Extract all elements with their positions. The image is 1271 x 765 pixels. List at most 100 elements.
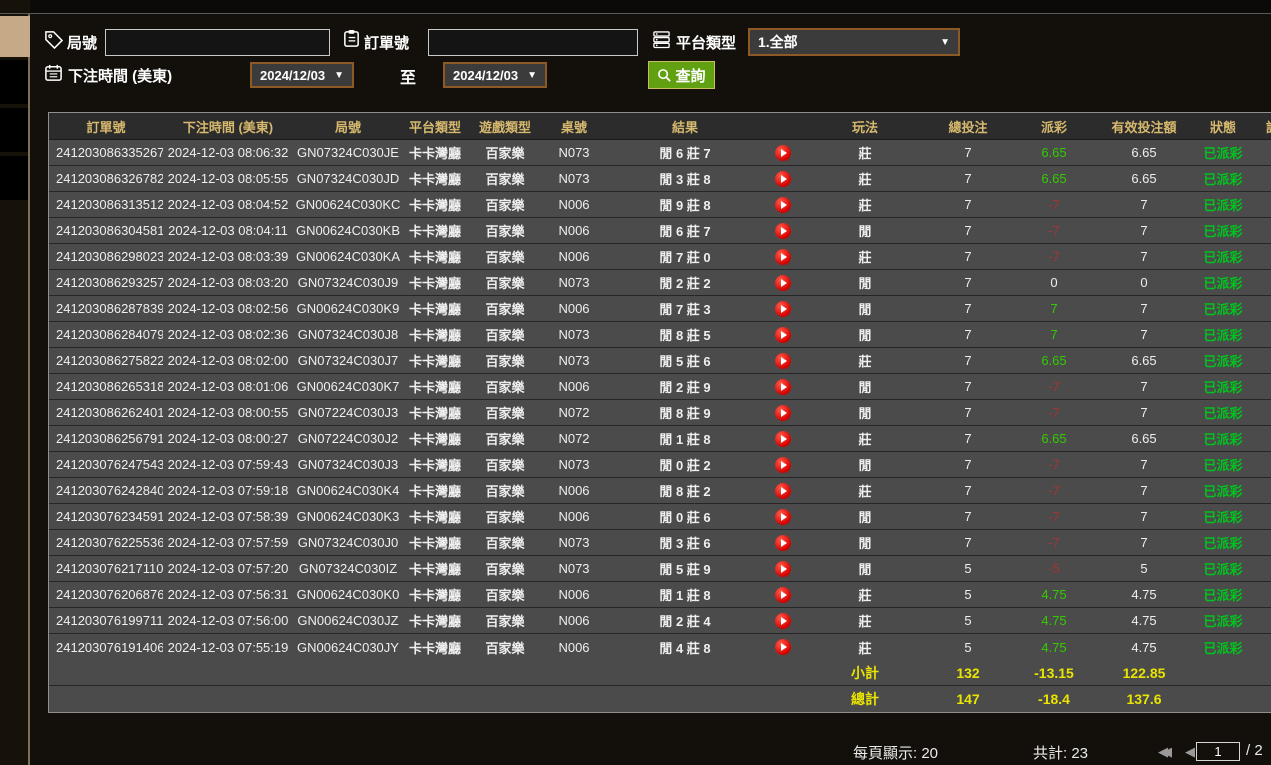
cell-bet-side: 莊: [858, 146, 872, 161]
replay-play-icon[interactable]: [775, 326, 791, 343]
table-row: 241203076199711 2024-12-03 07:56:00 GN00…: [49, 608, 1271, 634]
cell-game-type: 百家樂: [485, 328, 525, 343]
col-platform: 平台類型: [408, 119, 461, 135]
cell-total-bet: 7: [964, 535, 972, 550]
cell-round-no: GN00624C030K0: [296, 587, 400, 602]
replay-play-icon[interactable]: [775, 222, 791, 239]
cell-table-no: N073: [558, 457, 590, 472]
cell-bet-time: 2024-12-03 08:05:55: [167, 171, 289, 186]
subtotal-payout: -13.15: [1034, 664, 1074, 681]
table-row: 241203086287839 2024-12-03 08:02:56 GN00…: [49, 296, 1271, 322]
replay-play-icon[interactable]: [775, 560, 791, 577]
side-tab[interactable]: [0, 60, 28, 104]
cell-status: 已派彩: [1203, 302, 1243, 317]
cell-round-no: GN07324C030JD: [296, 171, 400, 186]
replay-play-icon[interactable]: [775, 170, 791, 187]
cell-bet-time: 2024-12-03 08:00:27: [167, 431, 289, 446]
cell-bet-time: 2024-12-03 07:57:20: [167, 561, 289, 576]
replay-play-icon[interactable]: [775, 430, 791, 447]
platform-type-label: 平台類型: [676, 35, 737, 52]
replay-play-icon[interactable]: [775, 612, 791, 629]
cell-bet-side: 莊: [858, 250, 872, 265]
cell-total-bet: 7: [964, 327, 972, 342]
cell-game-type: 百家樂: [485, 302, 525, 317]
cell-payout: 0: [1050, 275, 1058, 290]
search-button-label: 查詢: [675, 67, 706, 85]
active-side-tab[interactable]: [0, 16, 30, 57]
cell-order-no: 241203076217110: [56, 561, 163, 576]
replay-play-icon[interactable]: [775, 404, 791, 421]
order-no-label: 訂單號: [364, 35, 410, 52]
date-to-select[interactable]: 2024/12/03 ▼: [443, 62, 547, 88]
grand-total-row: 總計 147 -18.4 137.6: [49, 686, 1271, 712]
replay-play-icon[interactable]: [775, 639, 791, 655]
cell-order-no: 241203076234591: [56, 509, 163, 524]
grand-total-valid-bet: 137.6: [1126, 691, 1162, 707]
table-row: 241203086313512 2024-12-03 08:04:52 GN00…: [49, 192, 1271, 218]
cell-platform: 卡卡灣廳: [408, 614, 461, 629]
cell-payout: 6.65: [1041, 353, 1067, 368]
cell-bet-time: 2024-12-03 07:57:59: [167, 535, 289, 550]
cell-total-bet: 7: [964, 405, 972, 420]
records-panel: 局號 訂單號 平台類型 1.全部 ▼ 下注時間 (美東) 2024/12/03 …: [30, 14, 1271, 765]
cell-game-type: 百家樂: [485, 198, 525, 213]
cell-result: 閒 6 莊 7: [659, 146, 711, 161]
table-row: 241203076206876 2024-12-03 07:56:31 GN00…: [49, 582, 1271, 608]
replay-play-icon[interactable]: [775, 482, 791, 499]
replay-play-icon[interactable]: [775, 300, 791, 317]
replay-play-icon[interactable]: [775, 508, 791, 525]
cell-round-no: GN00624C030K7: [296, 379, 400, 394]
cell-payout: 6.65: [1041, 431, 1067, 446]
replay-play-icon[interactable]: [775, 196, 791, 213]
cell-payout: -7: [1048, 457, 1060, 472]
replay-play-icon[interactable]: [775, 586, 791, 603]
table-row: 241203086304581 2024-12-03 08:04:11 GN00…: [49, 218, 1271, 244]
replay-play-icon[interactable]: [775, 274, 791, 291]
replay-play-icon[interactable]: [775, 378, 791, 395]
side-tab[interactable]: [0, 108, 28, 152]
cell-table-no: N073: [558, 561, 590, 576]
replay-play-icon[interactable]: [775, 248, 791, 265]
cell-payout: -5: [1048, 561, 1060, 576]
cell-game-type: 百家樂: [485, 276, 525, 291]
first-page-icon[interactable]: ◀◀: [1158, 744, 1172, 760]
search-button[interactable]: 查詢: [648, 61, 715, 89]
cell-valid-bet: 4.75: [1131, 587, 1157, 602]
page-number-input[interactable]: [1196, 742, 1240, 761]
cell-status: 已派彩: [1203, 380, 1243, 395]
replay-play-icon[interactable]: [775, 456, 791, 473]
cell-result: 閒 0 莊 6: [659, 510, 711, 525]
table-row: 241203086326782 2024-12-03 08:05:55 GN07…: [49, 166, 1271, 192]
table-body: 241203086335267 2024-12-03 08:06:32 GN07…: [49, 140, 1271, 660]
cell-bet-side: 閒: [858, 536, 872, 551]
replay-play-icon[interactable]: [775, 144, 791, 161]
cell-round-no: GN07324C030J0: [297, 535, 399, 550]
round-no-input[interactable]: [105, 29, 330, 56]
col-game-type: 遊戲類型: [478, 119, 531, 135]
cell-status: 已派彩: [1203, 510, 1243, 525]
cell-bet-time: 2024-12-03 08:03:39: [167, 249, 289, 264]
cell-result: 閒 8 莊 5: [659, 328, 711, 343]
cell-platform: 卡卡灣廳: [408, 640, 461, 656]
table-row: 241203086275822 2024-12-03 08:02:00 GN07…: [49, 348, 1271, 374]
cell-bet-time: 2024-12-03 07:56:00: [167, 613, 289, 628]
cell-game-type: 百家樂: [485, 640, 525, 656]
date-from-value: 2024/12/03: [260, 67, 326, 83]
replay-play-icon[interactable]: [775, 352, 791, 369]
date-from-select[interactable]: 2024/12/03 ▼: [250, 62, 354, 88]
cell-platform: 卡卡灣廳: [408, 484, 461, 499]
cell-bet-time: 2024-12-03 08:02:00: [167, 353, 289, 368]
cell-valid-bet: 7: [1140, 535, 1148, 550]
cell-total-bet: 7: [964, 379, 972, 394]
order-no-input[interactable]: [428, 29, 638, 56]
platform-type-select[interactable]: 1.全部 ▼: [748, 28, 960, 56]
side-tab[interactable]: [0, 156, 28, 200]
cell-valid-bet: 6.65: [1131, 145, 1157, 160]
cell-platform: 卡卡灣廳: [408, 354, 461, 369]
subtotal-valid-bet: 122.85: [1122, 664, 1166, 681]
replay-play-icon[interactable]: [775, 534, 791, 551]
cell-result: 閒 2 莊 9: [659, 380, 711, 395]
col-detail: 詳情: [1259, 117, 1271, 136]
cell-total-bet: 7: [964, 145, 972, 160]
prev-page-icon[interactable]: ◀: [1185, 744, 1195, 760]
